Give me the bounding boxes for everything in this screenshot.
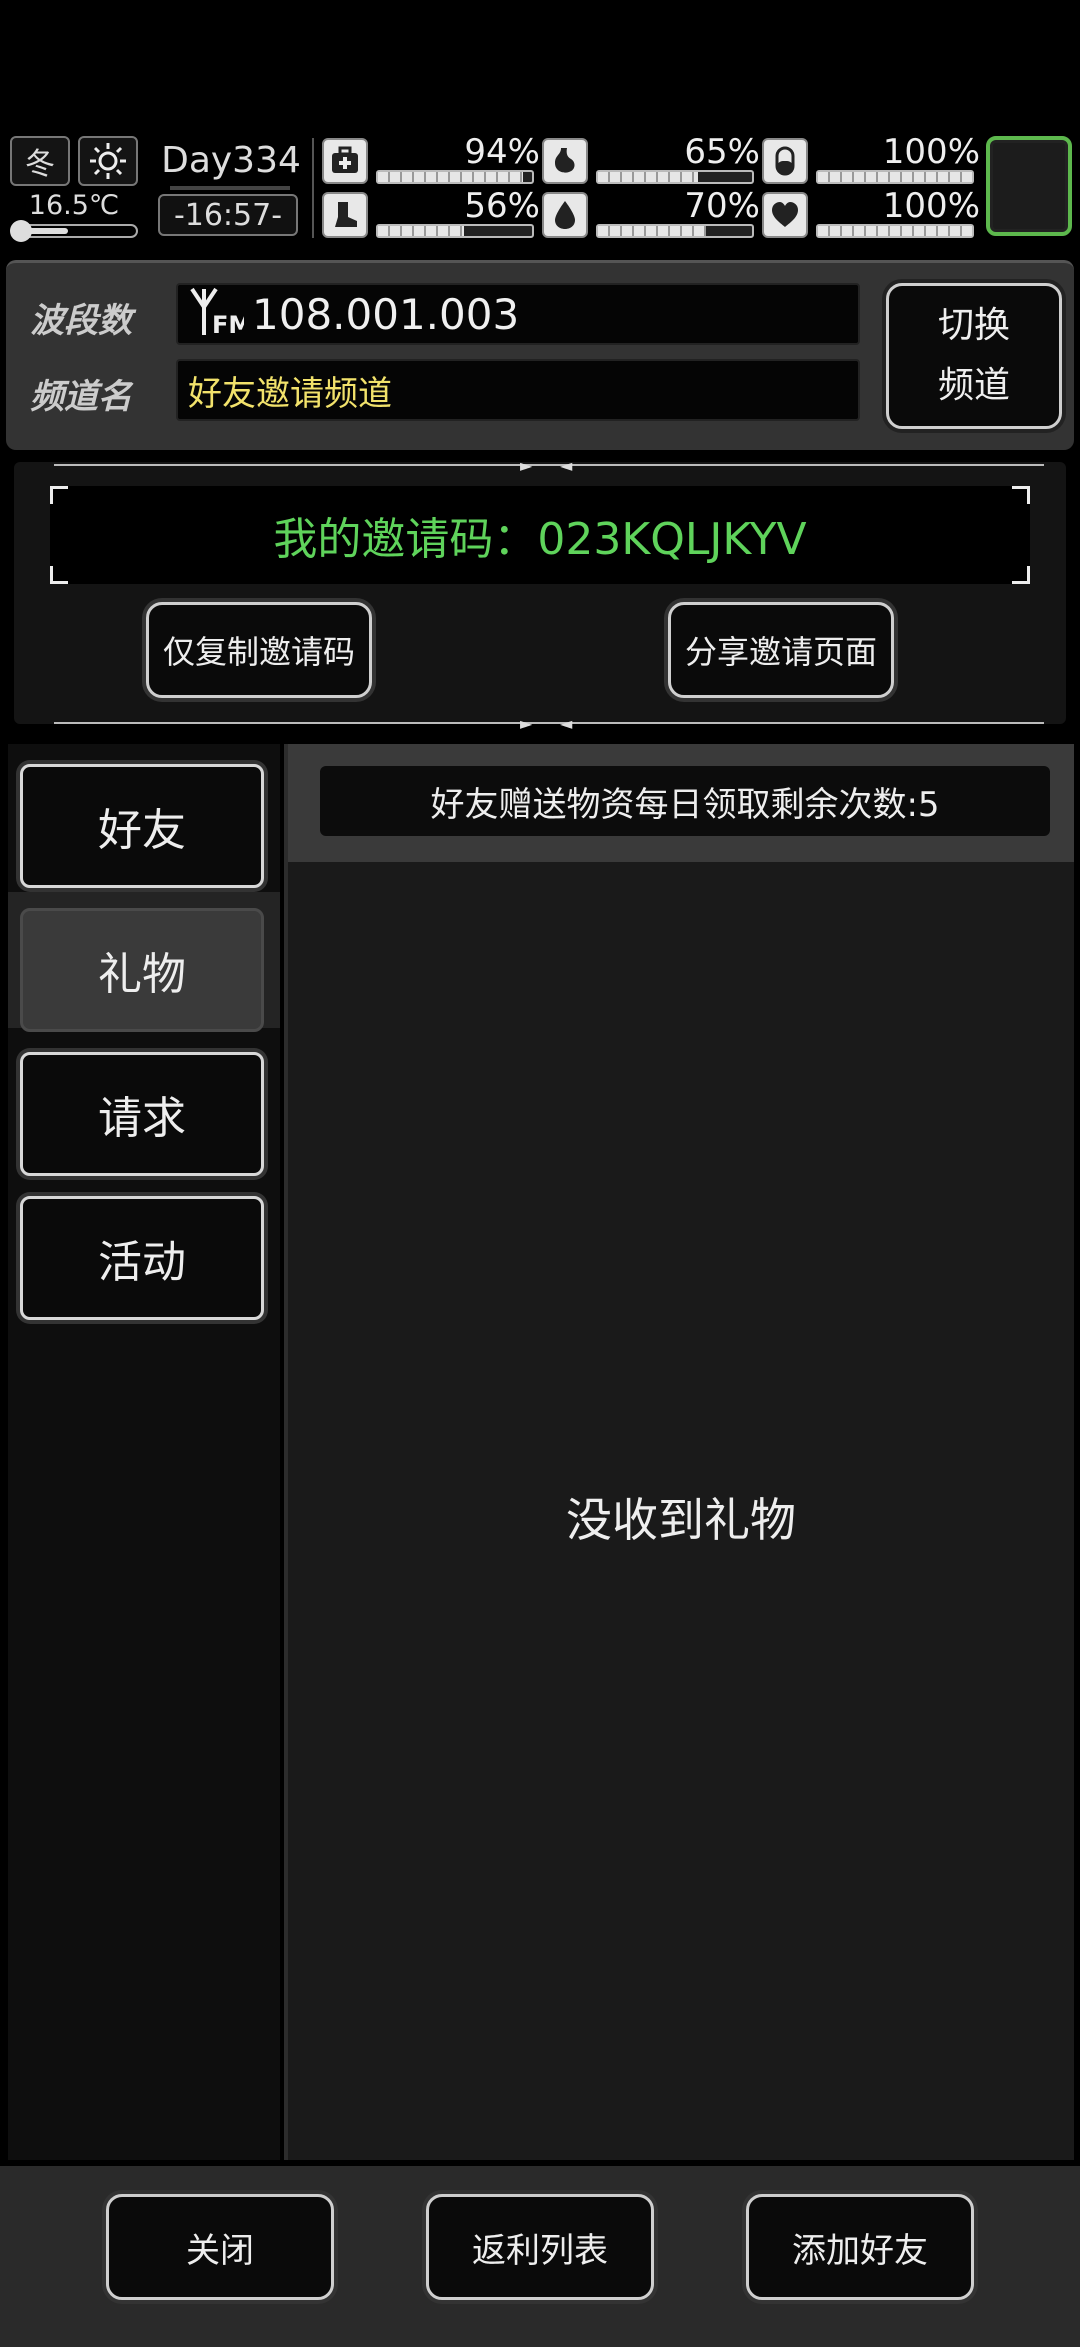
gifts-content: 好友赠送物资每日领取剩余次数:5 没收到礼物 [284, 744, 1074, 2160]
stat-hunger: 65% [542, 132, 762, 184]
channel-value: 好友邀请频道 [188, 373, 392, 414]
content-header: 好友赠送物资每日领取剩余次数:5 [288, 744, 1074, 862]
close-button[interactable]: 关闭 [106, 2194, 334, 2300]
rebate-list-button-label: 返利列表 [472, 2230, 608, 2271]
temperature-readout: 16.5℃ [28, 190, 120, 221]
daily-claims-text: 好友赠送物资每日领取剩余次数:5 [430, 784, 940, 825]
status-header: 冬 16.5℃ Day334 -16:57- 94% 65% 100% 56% … [0, 128, 1080, 246]
invite-code-display: 我的邀请码：023KQLJKYV [50, 486, 1030, 584]
pill-icon [762, 138, 808, 184]
stat-hunger-bar [596, 170, 754, 184]
medkit-icon [322, 138, 368, 184]
water-drop-icon [542, 192, 588, 238]
switch-channel-line1: 切换 [937, 305, 1010, 346]
stat-stamina: 56% [322, 186, 542, 238]
stat-thirst: 70% [542, 186, 762, 238]
rebate-list-button[interactable]: 返利列表 [426, 2194, 654, 2300]
stat-medicine-bar [816, 170, 974, 184]
channel-field: 好友邀请频道 [176, 359, 860, 421]
stat-mood-value: 100% [882, 186, 980, 226]
boot-icon [322, 192, 368, 238]
frequency-label: 波段数 [30, 301, 132, 341]
stat-hunger-value: 65% [684, 132, 760, 172]
frequency-field: FM 108.001.003 [176, 283, 860, 345]
frequency-value: 108.001.003 [252, 289, 520, 339]
stat-stamina-bar [376, 224, 534, 238]
stat-thirst-value: 70% [684, 186, 760, 226]
stat-health-value: 94% [464, 132, 540, 172]
close-button-label: 关闭 [186, 2230, 254, 2271]
character-portrait[interactable] [986, 136, 1072, 236]
bottom-action-bar: 关闭 返利列表 添加好友 [0, 2166, 1080, 2347]
stomach-icon [542, 138, 588, 184]
season-badge: 冬 [10, 136, 70, 186]
tab-requests[interactable]: 请求 [20, 1052, 264, 1176]
stat-mood: 100% [762, 186, 982, 238]
game-clock: -16:57- [158, 194, 298, 236]
daily-claims-remaining: 好友赠送物资每日领取剩余次数:5 [320, 766, 1050, 836]
day-counter: Day334 [161, 140, 301, 181]
share-invite-page-button[interactable]: 分享邀请页面 [668, 602, 894, 698]
stat-medicine-value: 100% [882, 132, 980, 172]
radio-panel: 波段数 FM 108.001.003 频道名 好友邀请频道 切换频道 [6, 260, 1074, 450]
heart-icon [762, 192, 808, 238]
tab-gifts-label: 礼物 [98, 949, 186, 1000]
stat-medicine: 100% [762, 132, 982, 184]
tab-events[interactable]: 活动 [20, 1196, 264, 1320]
tab-gifts[interactable]: 礼物 [20, 908, 264, 1032]
friends-sidebar: 好友 礼物 请求 活动 [8, 744, 280, 2160]
divider: ► ◄ [54, 456, 1044, 475]
fm-antenna-icon: FM [188, 285, 252, 343]
switch-channel-button[interactable]: 切换 频道 [886, 283, 1062, 429]
invite-panel: ► ◄ 我的邀请码：023KQLJKYV 仅复制邀请码 分享邀请页面 ► ◄ [14, 456, 1066, 733]
thermometer-icon [10, 220, 138, 242]
add-friend-button[interactable]: 添加好友 [746, 2194, 974, 2300]
game-clock-text: -16:57- [173, 197, 283, 233]
stat-stamina-value: 56% [464, 186, 540, 226]
stat-mood-bar [816, 224, 974, 238]
stat-health-bar [376, 170, 534, 184]
invite-code-text: 我的邀请码：023KQLJKYV [273, 514, 807, 565]
empty-state-message: 没收到礼物 [566, 1493, 796, 1547]
copy-invite-code-label: 仅复制邀请码 [162, 633, 355, 671]
switch-channel-line2: 频道 [937, 365, 1010, 406]
add-friend-button-label: 添加好友 [792, 2230, 928, 2271]
season-label: 冬 [25, 147, 55, 182]
divider: ► ◄ [54, 714, 1044, 733]
svg-text:FM: FM [212, 311, 244, 339]
sun-icon [78, 136, 138, 186]
tab-requests-label: 请求 [98, 1093, 186, 1144]
day-progress [170, 186, 290, 190]
tab-friends[interactable]: 好友 [20, 764, 264, 888]
channel-label: 频道名 [30, 377, 132, 417]
tab-friends-label: 好友 [98, 805, 186, 856]
share-invite-page-label: 分享邀请页面 [684, 633, 877, 671]
tab-events-label: 活动 [98, 1237, 186, 1288]
stat-thirst-bar [596, 224, 754, 238]
copy-invite-code-button[interactable]: 仅复制邀请码 [146, 602, 372, 698]
stat-health: 94% [322, 132, 542, 184]
